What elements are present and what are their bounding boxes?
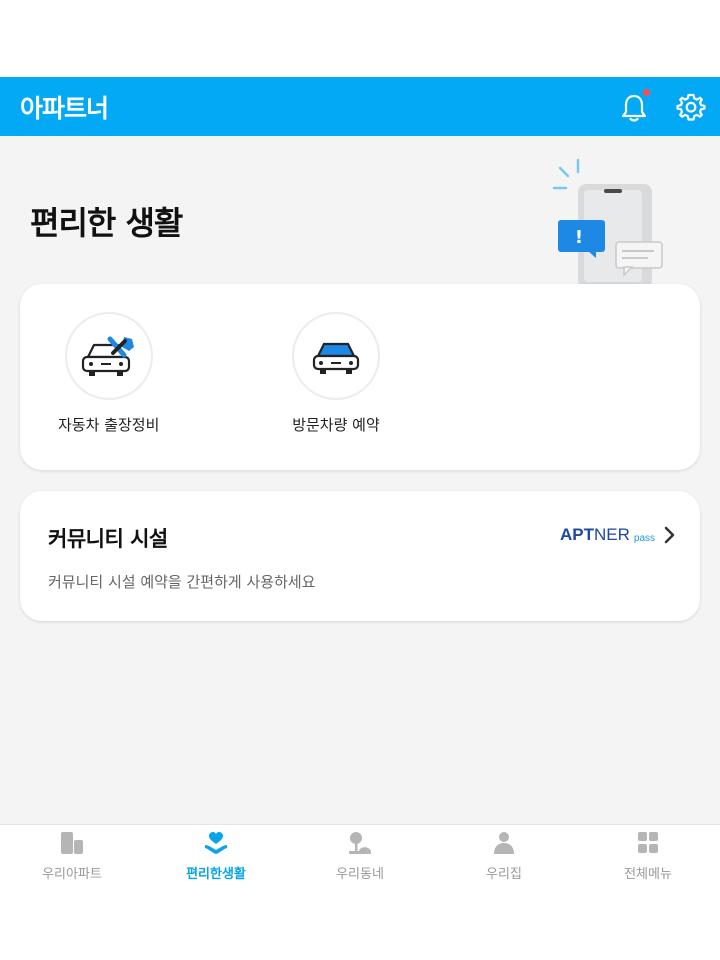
tab-all-menu[interactable]: 전체메뉴 [576, 825, 720, 895]
tab-label: 편리한생활 [186, 867, 246, 882]
bottom-tab-bar: 우리아파트 편리한생활 우리동네 우리집 전체메뉴 [0, 824, 720, 894]
car-repair-icon [81, 336, 134, 376]
building-icon [61, 832, 83, 854]
car-visit-icon [312, 342, 360, 374]
app-header: 아파트너 [0, 77, 720, 136]
tab-label: 우리집 [486, 867, 522, 882]
heart-hand-icon [205, 832, 227, 854]
services-card: 자동차 출장정비 방문차량 예약 [20, 284, 700, 470]
community-title: 커뮤니티 시설 [48, 527, 168, 551]
car-repair-icon-circle [64, 312, 153, 400]
tab-neighborhood[interactable]: 우리동네 [288, 825, 432, 895]
svg-text:!: ! [575, 227, 583, 248]
brand-ner-text: NER [594, 525, 630, 544]
visitor-car-reservation-button[interactable]: 방문차량 예약 [292, 312, 380, 435]
tab-convenient-life[interactable]: 편리한생활 [144, 825, 288, 895]
neighborhood-icon [349, 832, 371, 854]
brand-pass-text: pass [633, 532, 656, 544]
tab-our-apartment[interactable]: 우리아파트 [0, 825, 144, 895]
brand-apt-text: APT [560, 525, 594, 544]
chevron-right-icon [664, 526, 675, 544]
tab-label: 우리동네 [336, 867, 384, 882]
person-icon [494, 832, 514, 854]
car-repair-service-button[interactable]: 자동차 출장정비 [58, 312, 159, 435]
grid-menu-icon [638, 832, 658, 853]
car-repair-label: 자동차 출장정비 [58, 416, 160, 434]
tab-label: 우리아파트 [42, 867, 102, 882]
tab-label: 전체메뉴 [624, 867, 672, 882]
aptner-pass-link[interactable]: APT NER pass [560, 525, 677, 545]
phone-notification-illustration: ! [552, 158, 663, 284]
notification-dot [643, 89, 650, 96]
page-title: 편리한 생활 [30, 204, 183, 242]
bottom-safe-area [0, 894, 720, 960]
bell-icon[interactable] [618, 92, 650, 124]
community-description: 커뮤니티 시설 예약을 간편하게 사용하세요 [48, 573, 316, 591]
visitor-car-label: 방문차량 예약 [292, 416, 380, 434]
app-title: 아파트너 [20, 94, 109, 123]
status-bar-area [0, 0, 720, 77]
community-card[interactable]: 커뮤니티 시설 APT NER pass 커뮤니티 시설 예약을 간편하게 사용… [20, 491, 700, 621]
car-visit-icon-circle [292, 312, 380, 400]
gear-icon[interactable] [676, 92, 706, 122]
tab-our-home[interactable]: 우리집 [432, 825, 576, 895]
